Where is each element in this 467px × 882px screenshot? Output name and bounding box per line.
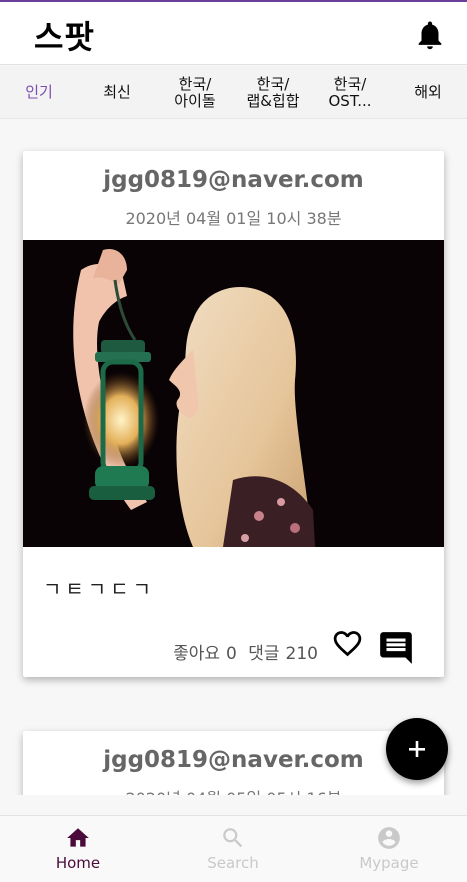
tab-label: 한국/: [178, 74, 212, 93]
category-tabs: 인기 최신 한국/ 아이돌 한국/ 랩&힙합 한국/ OST... 해외: [0, 66, 467, 119]
heart-icon[interactable]: [331, 627, 364, 660]
tab-korea-ost[interactable]: 한국/ OST...: [318, 66, 382, 119]
nav-home[interactable]: Home: [18, 816, 138, 882]
tab-label: OST...: [328, 91, 372, 110]
tab-label: 한국/: [256, 74, 290, 93]
nav-mypage[interactable]: Mypage: [329, 816, 449, 882]
comment-icon[interactable]: [377, 629, 415, 667]
bottom-navigation: Home Search Mypage: [0, 815, 467, 881]
nav-label: Home: [55, 854, 101, 872]
post-card[interactable]: jgg0819@naver.com 2020년 04월 05일 05시 16분: [23, 731, 444, 795]
tab-label: 한국/: [333, 74, 367, 93]
tab-label: 인기: [25, 83, 53, 101]
post-date: 2020년 04월 01일 10시 38분: [125, 209, 342, 228]
app-header: 스팟: [0, 2, 467, 65]
comments-count: 210: [285, 644, 318, 664]
nav-search[interactable]: Search: [173, 816, 293, 882]
post-photo-illustration: [23, 240, 444, 547]
account-icon: [378, 827, 400, 849]
post-stats: 좋아요 0 댓글 210: [167, 639, 318, 664]
post-card[interactable]: jgg0819@naver.com 2020년 04월 01일 10시 38분: [23, 151, 444, 677]
likes-count: 0: [226, 644, 237, 664]
nav-label: Search: [207, 854, 259, 872]
post-image[interactable]: [23, 240, 444, 547]
comments-label: 댓글: [248, 644, 280, 664]
tab-label: 해외: [414, 83, 442, 101]
likes-label: 좋아요: [173, 644, 221, 664]
tab-korea-rap-hiphop[interactable]: 한국/ 랩&힙합: [240, 66, 306, 119]
tab-label: 아이돌: [174, 91, 216, 110]
bell-icon[interactable]: [413, 17, 447, 53]
tab-latest[interactable]: 최신: [86, 66, 148, 119]
add-post-button[interactable]: [386, 718, 448, 780]
tab-overseas[interactable]: 해외: [398, 66, 458, 119]
tab-popular[interactable]: 인기: [8, 66, 70, 119]
post-author: jgg0819@naver.com: [103, 747, 364, 773]
search-icon: [223, 828, 243, 848]
post-feed[interactable]: jgg0819@naver.com 2020년 04월 01일 10시 38분: [0, 119, 467, 795]
tab-label: 랩&힙합: [246, 91, 300, 110]
tab-label: 최신: [103, 83, 131, 101]
home-icon: [67, 828, 89, 847]
plus-icon: [409, 741, 425, 757]
tab-korea-idol[interactable]: 한국/ 아이돌: [163, 66, 227, 119]
post-author: jgg0819@naver.com: [103, 167, 364, 193]
post-caption: ㄱㅌㄱㄷㄱ: [43, 577, 155, 601]
app-title: 스팟: [34, 18, 95, 56]
nav-label: Mypage: [359, 854, 419, 872]
post-date: 2020년 04월 05일 05시 16분: [23, 785, 444, 795]
